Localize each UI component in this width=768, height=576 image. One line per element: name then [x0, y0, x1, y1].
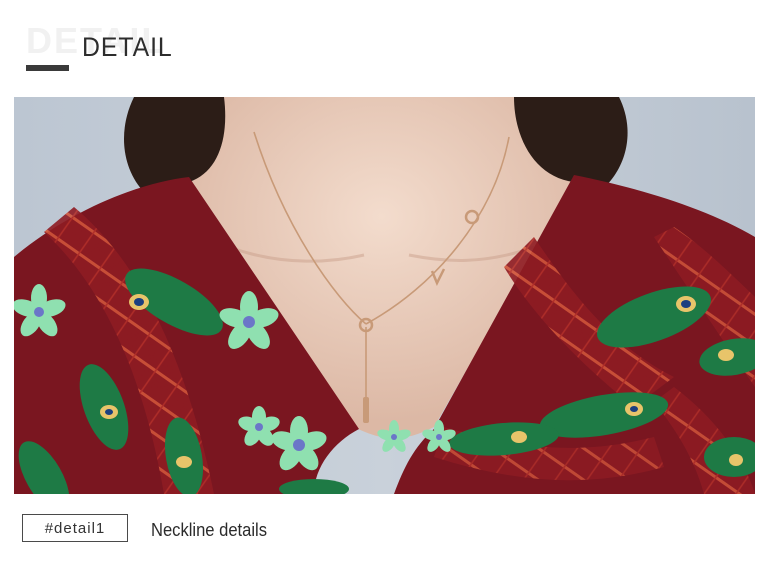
product-photo: [14, 97, 755, 494]
header: DETAIL DETAIL: [0, 0, 768, 90]
detail-tag: #detail1: [22, 514, 128, 542]
title-underline: [26, 65, 69, 71]
detail-caption: Neckline details: [151, 520, 267, 540]
page-title: DETAIL: [82, 32, 173, 62]
neckline-photo-illustration: [14, 97, 755, 494]
